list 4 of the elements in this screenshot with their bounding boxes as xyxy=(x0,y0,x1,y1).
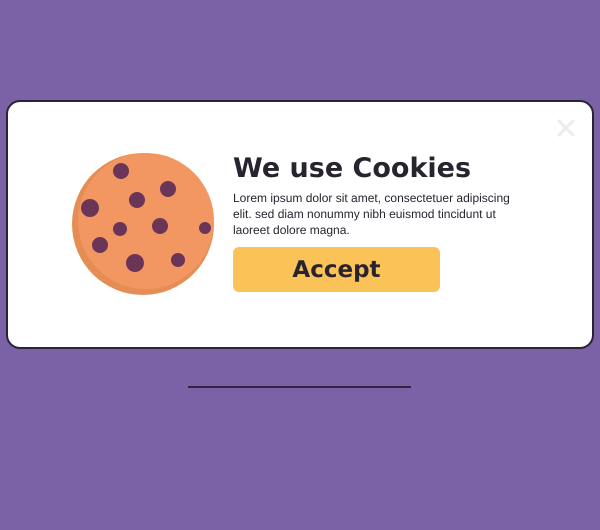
dialog-message: Lorem ipsum dolor sit amet, consectetuer adipiscing elit. sed diam nonummy nibh euismod tincidunt ut laoreet dolore magna. xyxy=(233,190,511,238)
dialog-title: We use Cookies xyxy=(233,153,472,185)
cookie-icon xyxy=(71,152,215,296)
accept-button[interactable]: Accept xyxy=(233,247,440,292)
